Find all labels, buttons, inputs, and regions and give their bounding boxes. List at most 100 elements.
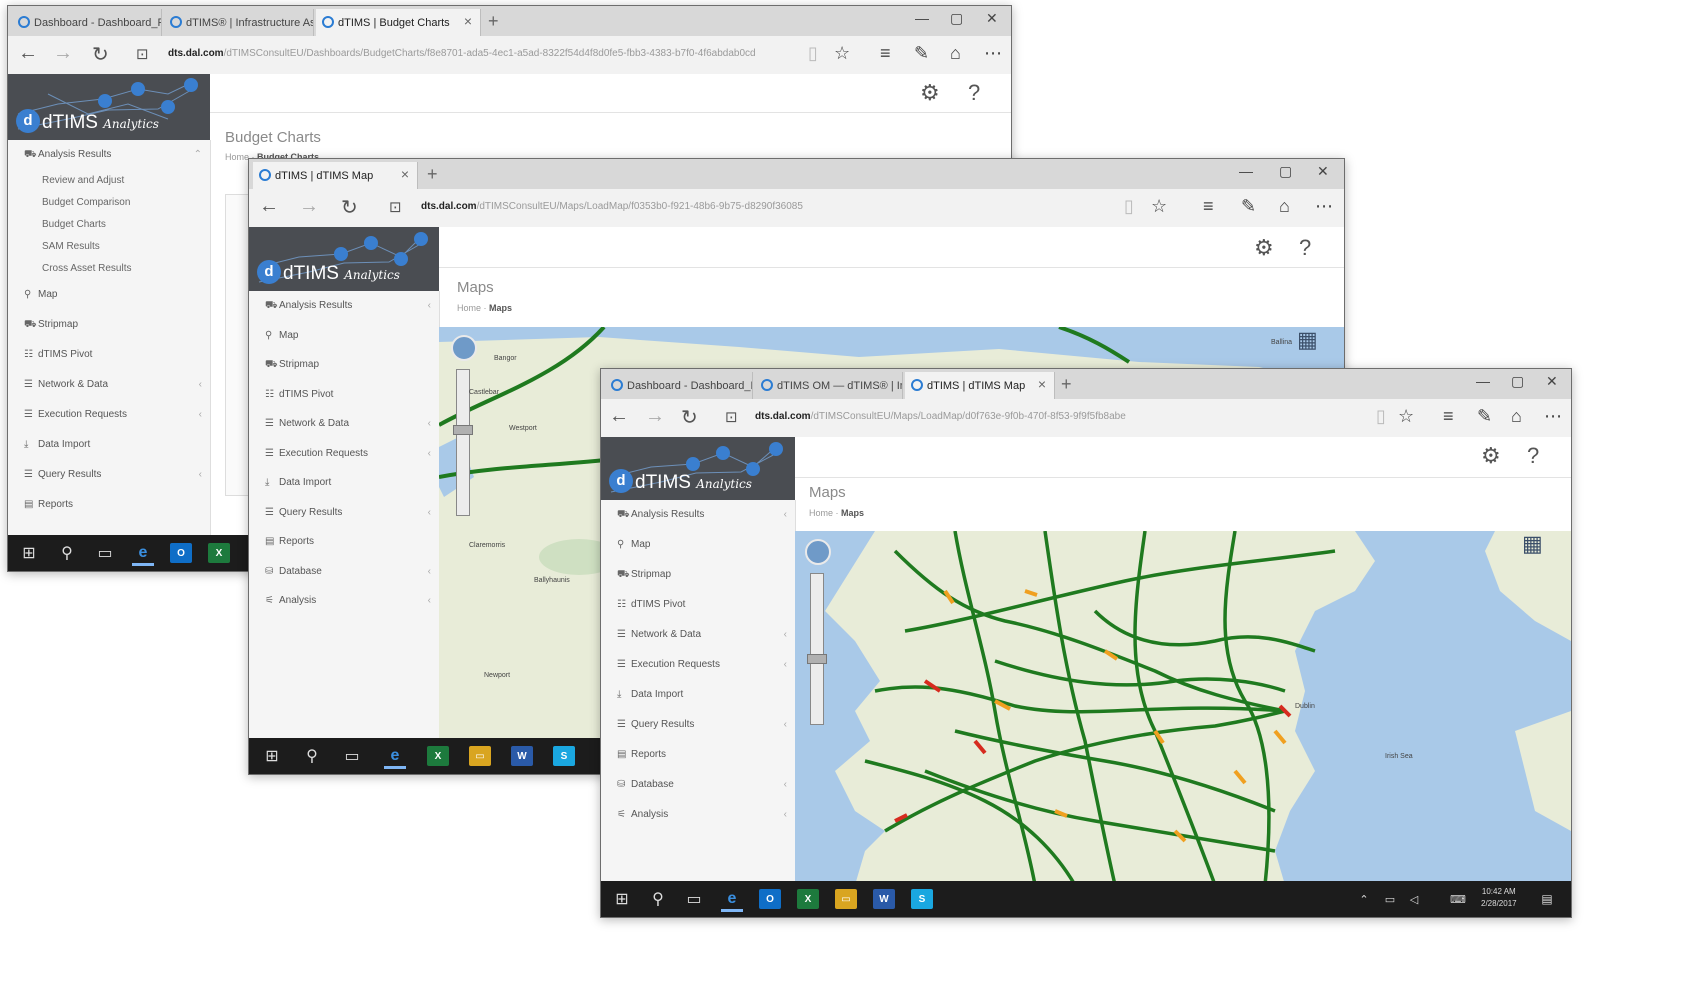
more-icon[interactable]: ⋯ bbox=[1544, 406, 1562, 427]
task-view-icon[interactable]: ▭ bbox=[94, 543, 116, 563]
share-icon[interactable]: ⌂ bbox=[1511, 406, 1522, 427]
start-icon[interactable]: ⊞ bbox=[18, 543, 40, 563]
sidebar-item[interactable]: ☷ dTIMS Pivot bbox=[249, 380, 439, 410]
back-icon[interactable]: ← bbox=[609, 405, 629, 428]
sidebar-item[interactable]: ☰ Query Results ‹ bbox=[8, 460, 210, 490]
minimize-button[interactable]: — bbox=[915, 10, 929, 26]
tab-dashboard[interactable]: Dashboard - Dashboard_Fs bbox=[12, 9, 162, 36]
sidebar-subitem[interactable]: Budget Charts bbox=[8, 214, 210, 236]
favorite-star-icon[interactable]: ☆ bbox=[1398, 406, 1414, 427]
close-window-button[interactable]: ✕ bbox=[1317, 163, 1329, 180]
skype-taskbar-icon[interactable]: S bbox=[553, 746, 575, 766]
new-tab-button[interactable]: + bbox=[427, 164, 438, 185]
pan-compass-icon[interactable] bbox=[451, 335, 477, 361]
search-icon[interactable]: ⚲ bbox=[56, 543, 78, 563]
map-layers-grid-icon[interactable]: ▦ bbox=[1522, 531, 1543, 557]
sidebar-item[interactable]: ☰ Execution Requests ‹ bbox=[601, 650, 795, 680]
sidebar-item[interactable]: ⤓ Data Import bbox=[249, 468, 439, 498]
sidebar-subitem[interactable]: Cross Asset Results bbox=[8, 258, 210, 280]
hub-icon[interactable]: ≡ bbox=[1203, 196, 1214, 217]
hub-icon[interactable]: ≡ bbox=[1443, 406, 1454, 427]
map-layers-grid-icon[interactable]: ▦ bbox=[1297, 327, 1318, 353]
edge-taskbar-icon[interactable]: e bbox=[721, 889, 743, 912]
search-icon[interactable]: ⚲ bbox=[647, 889, 669, 909]
sidebar-item[interactable]: ⚲ Map bbox=[601, 530, 795, 560]
favorite-star-icon[interactable]: ☆ bbox=[1151, 196, 1167, 217]
maximize-button[interactable]: ▢ bbox=[1279, 163, 1292, 180]
breadcrumb-home[interactable]: Home bbox=[457, 303, 481, 313]
sidebar-item[interactable]: ☰ Network & Data ‹ bbox=[601, 620, 795, 650]
new-tab-button[interactable]: + bbox=[1061, 374, 1072, 395]
close-window-button[interactable]: ✕ bbox=[986, 10, 998, 27]
tab-infrastructure[interactable]: dTIMS® | Infrastructure Ass bbox=[164, 9, 314, 36]
sidebar-item[interactable]: ⤓ Data Import bbox=[8, 430, 210, 460]
share-icon[interactable]: ⌂ bbox=[950, 43, 961, 64]
tab-dtims-om[interactable]: dTIMS OM — dTIMS® | Infr bbox=[755, 372, 903, 399]
share-icon[interactable]: ⌂ bbox=[1279, 196, 1290, 217]
app-logo[interactable]: d dTIMS Analytics bbox=[8, 74, 210, 140]
edge-taskbar-icon[interactable]: e bbox=[132, 543, 154, 566]
keyboard-icon[interactable]: ⌨ bbox=[1447, 889, 1469, 909]
sidebar-item[interactable]: ⛟Stripmap bbox=[601, 560, 795, 590]
close-tab-icon[interactable]: × bbox=[464, 13, 472, 29]
sidebar-item[interactable]: ⚟ Analysis ‹ bbox=[601, 800, 795, 830]
forward-icon[interactable]: → bbox=[645, 405, 665, 428]
skype-taskbar-icon[interactable]: S bbox=[911, 889, 933, 909]
forward-icon[interactable]: → bbox=[53, 42, 73, 65]
sidebar-subitem[interactable]: Budget Comparison bbox=[8, 192, 210, 214]
more-icon[interactable]: ⋯ bbox=[984, 43, 1002, 64]
outlook-taskbar-icon[interactable]: O bbox=[759, 889, 781, 909]
back-icon[interactable]: ← bbox=[18, 42, 38, 65]
hub-icon[interactable]: ≡ bbox=[880, 43, 891, 64]
minimize-button[interactable]: — bbox=[1239, 163, 1253, 179]
sidebar-item[interactable]: ☰ Query Results ‹ bbox=[249, 498, 439, 528]
word-taskbar-icon[interactable]: W bbox=[873, 889, 895, 909]
edge-taskbar-icon[interactable]: e bbox=[384, 746, 406, 769]
breadcrumb-home[interactable]: Home bbox=[809, 508, 833, 518]
clock[interactable]: 10:42 AM 2/28/2017 bbox=[1481, 886, 1517, 910]
excel-taskbar-icon[interactable]: X bbox=[427, 746, 449, 766]
forward-icon[interactable]: → bbox=[299, 195, 319, 218]
close-tab-icon[interactable]: × bbox=[401, 166, 409, 182]
sidebar-subitem[interactable]: Review and Adjust bbox=[8, 170, 210, 192]
sidebar-item[interactable]: ☰ Network & Data ‹ bbox=[8, 370, 210, 400]
tab-dtims-map[interactable]: dTIMS | dTIMS Map × bbox=[905, 372, 1055, 399]
sidebar-item[interactable]: ⛟Stripmap bbox=[8, 310, 210, 340]
refresh-icon[interactable]: ↻ bbox=[92, 42, 109, 67]
search-icon[interactable]: ⚲ bbox=[301, 746, 323, 766]
help-icon[interactable]: ? bbox=[1299, 235, 1311, 261]
web-note-icon[interactable]: ✎ bbox=[1241, 196, 1256, 217]
sidebar-item[interactable]: ⤓ Data Import bbox=[601, 680, 795, 710]
close-tab-icon[interactable]: × bbox=[1038, 376, 1046, 392]
settings-gear-icon[interactable]: ⚙ bbox=[1481, 443, 1501, 469]
start-icon[interactable]: ⊞ bbox=[611, 889, 633, 909]
word-taskbar-icon[interactable]: W bbox=[511, 746, 533, 766]
minimize-button[interactable]: — bbox=[1476, 373, 1490, 389]
sidebar-item[interactable]: ⛟Stripmap bbox=[249, 350, 439, 380]
close-window-button[interactable]: ✕ bbox=[1546, 373, 1558, 390]
sidebar-item[interactable]: ☷ dTIMS Pivot bbox=[8, 340, 210, 370]
zoom-slider-knob[interactable] bbox=[453, 425, 473, 435]
web-note-icon[interactable]: ✎ bbox=[914, 43, 929, 64]
sidebar-item[interactable]: ☷ dTIMS Pivot bbox=[601, 590, 795, 620]
excel-taskbar-icon[interactable]: X bbox=[797, 889, 819, 909]
tab-dtims-map[interactable]: dTIMS | dTIMS Map × bbox=[253, 162, 418, 189]
task-view-icon[interactable]: ▭ bbox=[341, 746, 363, 766]
settings-gear-icon[interactable]: ⚙ bbox=[1254, 235, 1274, 261]
task-view-icon[interactable]: ▭ bbox=[683, 889, 705, 909]
maximize-button[interactable]: ▢ bbox=[1511, 373, 1524, 390]
map-view[interactable]: ▦ Irish Sea Dublin bbox=[795, 531, 1571, 885]
sidebar-item[interactable]: ⚲ Map bbox=[8, 280, 210, 310]
sidebar-item[interactable]: ☰ Network & Data ‹ bbox=[249, 409, 439, 439]
tab-dashboard[interactable]: Dashboard - Dashboard_Fs bbox=[605, 372, 753, 399]
sidebar-item[interactable]: ▤ Reports bbox=[249, 527, 439, 557]
sidebar-item[interactable]: ⛟Analysis Results ⌃ bbox=[8, 140, 210, 170]
file-explorer-icon[interactable]: ▭ bbox=[469, 746, 491, 766]
outlook-taskbar-icon[interactable]: O bbox=[170, 543, 192, 563]
system-tray-chevron-icon[interactable]: ⌃ bbox=[1353, 889, 1375, 909]
tab-budget-charts[interactable]: dTIMS | Budget Charts × bbox=[316, 9, 481, 36]
action-center-icon[interactable]: ▤ bbox=[1536, 889, 1558, 909]
favorite-star-icon[interactable]: ☆ bbox=[834, 43, 850, 64]
reading-view-icon[interactable]: ▯ bbox=[1376, 406, 1386, 427]
refresh-icon[interactable]: ↻ bbox=[681, 405, 698, 430]
